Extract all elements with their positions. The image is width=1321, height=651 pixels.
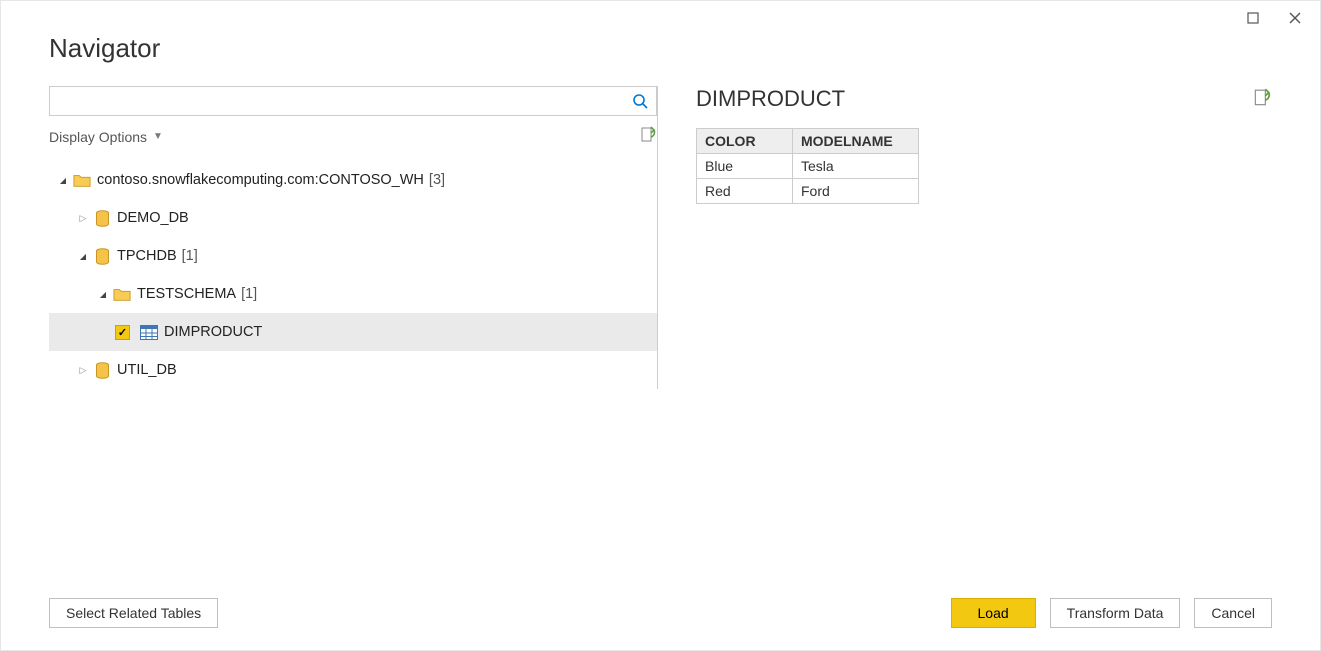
search-button[interactable]	[624, 87, 656, 115]
refresh-icon	[1252, 88, 1272, 108]
tree-node-label: TPCHDB	[117, 248, 177, 264]
table-icon	[140, 323, 158, 341]
column-header-modelname[interactable]: MODELNAME	[793, 129, 919, 154]
tree-node-count: [3]	[429, 172, 445, 188]
display-options-label: Display Options	[49, 129, 147, 145]
refresh-preview-button[interactable]	[1252, 88, 1272, 111]
expand-arrow-icon[interactable]	[57, 176, 69, 185]
expand-arrow-icon[interactable]	[77, 213, 89, 224]
display-options-dropdown[interactable]: Display Options ▼	[49, 129, 163, 145]
database-icon	[93, 209, 111, 227]
tree-node-count: [1]	[241, 286, 257, 302]
table-row[interactable]: Blue Tesla	[697, 154, 919, 179]
tree-node-testschema[interactable]: TESTSCHEMA [1]	[49, 275, 657, 313]
expand-arrow-icon[interactable]	[77, 365, 89, 376]
cell-color: Blue	[697, 154, 793, 179]
page-title: Navigator	[1, 25, 1320, 86]
folder-icon	[73, 171, 91, 189]
cell-model: Ford	[793, 179, 919, 204]
select-related-tables-button[interactable]: Select Related Tables	[49, 598, 218, 628]
column-header-color[interactable]: COLOR	[697, 129, 793, 154]
tree-node-label: DEMO_DB	[117, 210, 189, 226]
table-row[interactable]: Red Ford	[697, 179, 919, 204]
load-button[interactable]: Load	[951, 598, 1036, 628]
database-icon	[93, 247, 111, 265]
navigator-left-pane: Display Options ▼ contoso.snowflakecompu…	[49, 86, 657, 389]
preview-table: COLOR MODELNAME Blue Tesla Red Ford	[696, 128, 919, 204]
footer: Select Related Tables Load Transform Dat…	[49, 598, 1272, 628]
tree-node-util-db[interactable]: UTIL_DB	[49, 351, 657, 389]
expand-arrow-icon[interactable]	[77, 252, 89, 261]
database-icon	[93, 361, 111, 379]
tree-node-dimproduct[interactable]: DIMPRODUCT	[49, 313, 657, 351]
expand-arrow-icon[interactable]	[97, 290, 109, 299]
preview-pane: DIMPRODUCT COLOR MODELNAME Blue Tesla Re…	[657, 86, 1272, 389]
search-box	[49, 86, 657, 116]
refresh-tree-button[interactable]	[639, 126, 657, 147]
tree-node-label: TESTSCHEMA	[137, 286, 236, 302]
preview-title: DIMPRODUCT	[696, 86, 845, 112]
tree-node-connection[interactable]: contoso.snowflakecomputing.com:CONTOSO_W…	[49, 161, 657, 199]
tree-node-label: UTIL_DB	[117, 362, 177, 378]
search-input[interactable]	[50, 87, 624, 115]
folder-icon	[113, 285, 131, 303]
checkbox[interactable]	[115, 325, 130, 340]
refresh-icon	[639, 126, 657, 144]
chevron-down-icon: ▼	[153, 131, 163, 142]
cancel-button[interactable]: Cancel	[1194, 598, 1272, 628]
navigator-tree: contoso.snowflakecomputing.com:CONTOSO_W…	[49, 161, 657, 389]
close-button[interactable]	[1288, 11, 1302, 25]
tree-node-label: contoso.snowflakecomputing.com:CONTOSO_W…	[97, 172, 424, 188]
tree-node-demo-db[interactable]: DEMO_DB	[49, 199, 657, 237]
tree-node-tpchdb[interactable]: TPCHDB [1]	[49, 237, 657, 275]
cell-color: Red	[697, 179, 793, 204]
tree-node-count: [1]	[182, 248, 198, 264]
maximize-button[interactable]	[1246, 11, 1260, 25]
search-icon	[632, 93, 648, 109]
cell-model: Tesla	[793, 154, 919, 179]
tree-node-label: DIMPRODUCT	[164, 324, 262, 340]
transform-data-button[interactable]: Transform Data	[1050, 598, 1181, 628]
